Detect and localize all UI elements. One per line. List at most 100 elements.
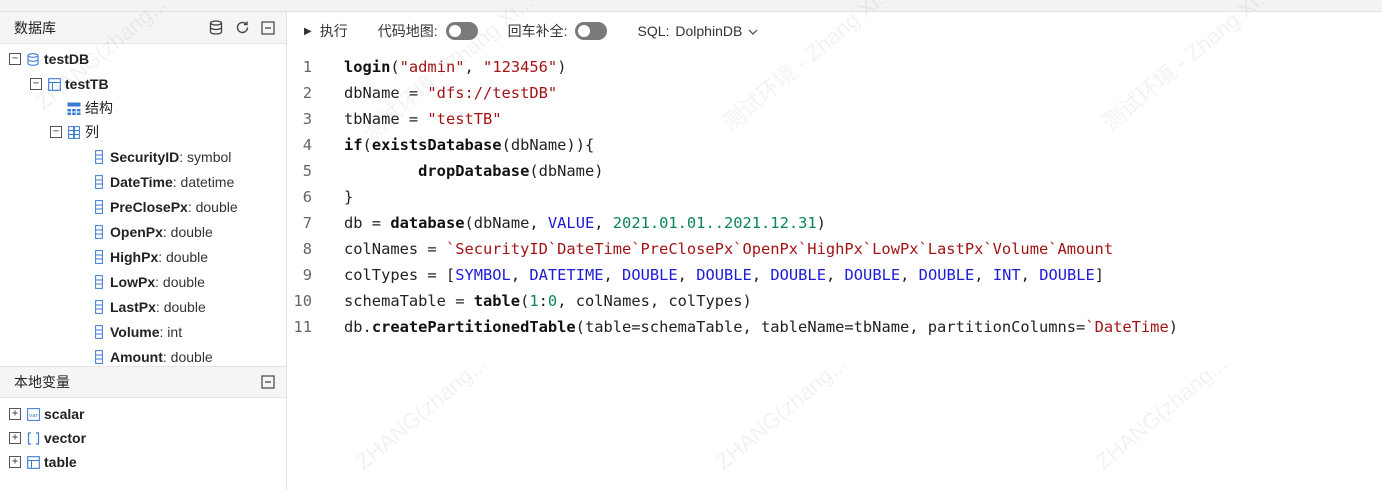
autocomplete-toggle[interactable]: 回车补全: xyxy=(508,21,608,41)
scalar-icon: var xyxy=(26,407,40,421)
column-item[interactable]: HighPx: double xyxy=(92,246,208,268)
code-line: 1 login("admin", "123456") xyxy=(288,54,567,80)
var-group-table[interactable]: + table xyxy=(9,451,77,473)
column-type: : double xyxy=(155,299,206,315)
schema-icon xyxy=(67,101,81,115)
autocomplete-label: 回车补全: xyxy=(507,23,568,39)
column-type: : int xyxy=(159,324,183,340)
column-item[interactable]: PreClosePx: double xyxy=(92,196,238,218)
column-name: DateTime xyxy=(110,174,173,190)
column-name: LastPx xyxy=(110,299,156,315)
column-name: Volume xyxy=(110,324,160,340)
column-icon xyxy=(92,250,106,264)
line-number: 8 xyxy=(302,240,312,258)
column-item[interactable]: OpenPx: double xyxy=(92,221,213,243)
tree-node-testtb[interactable]: − testTB xyxy=(30,73,109,95)
expand-toggle-icon[interactable]: + xyxy=(9,408,21,420)
code-line: 2 dbName = "dfs://testDB" xyxy=(288,80,557,106)
code-line: 11 db.createPartitionedTable(table=schema… xyxy=(288,314,1178,340)
collapse-toggle-icon[interactable]: − xyxy=(50,126,62,138)
left-panel: 数据库 − testDB − testTB 结构 − 列 SecurityID … xyxy=(0,12,287,490)
column-icon xyxy=(92,200,106,214)
line-number: 11 xyxy=(293,318,312,336)
column-item[interactable]: DateTime: datetime xyxy=(92,171,234,193)
tree-node-label: 结构 xyxy=(85,100,113,116)
column-item[interactable]: Amount: double xyxy=(92,346,213,366)
code-editor[interactable]: 1 login("admin", "123456") 2 dbName = "dfs… xyxy=(288,52,1382,490)
column-type: : symbol xyxy=(179,149,232,165)
line-number: 2 xyxy=(302,84,312,102)
sql-label: SQL: xyxy=(637,23,670,39)
code-line: 3 tbName = "testTB" xyxy=(288,106,502,132)
column-item[interactable]: Volume: int xyxy=(92,321,182,343)
table-icon xyxy=(47,77,61,91)
chevron-down-icon xyxy=(748,23,758,39)
collapse-icon[interactable] xyxy=(260,20,276,36)
vector-icon xyxy=(26,431,40,445)
run-button[interactable]: ▶ 执行 xyxy=(304,21,348,41)
var-group-scalar[interactable]: + var scalar xyxy=(9,403,84,425)
tree-node-columns[interactable]: − 列 xyxy=(50,121,99,143)
code-line: 10 schemaTable = table(1:0, colNames, col… xyxy=(288,288,751,314)
column-name: HighPx xyxy=(110,249,159,265)
database-panel-header: 数据库 xyxy=(0,12,286,44)
column-item[interactable]: LowPx: double xyxy=(92,271,205,293)
editor-toolbar: ▶ 执行 代码地图: 回车补全: SQL: DolphinDB xyxy=(288,12,1382,50)
tree-node-testdb[interactable]: − testDB xyxy=(9,48,89,70)
line-number: 10 xyxy=(293,292,312,310)
sql-dialect-select[interactable]: SQL: DolphinDB xyxy=(637,23,758,39)
autocomplete-switch[interactable] xyxy=(575,22,608,40)
var-group-label: table xyxy=(44,454,77,470)
line-number: 3 xyxy=(302,110,312,128)
var-group-vector[interactable]: + vector xyxy=(9,427,86,449)
column-item[interactable]: SecurityID: symbol xyxy=(92,146,231,168)
tree-node-schema[interactable]: 结构 xyxy=(67,97,113,119)
line-number: 9 xyxy=(302,266,312,284)
column-item[interactable]: LastPx: double xyxy=(92,296,206,318)
line-number: 4 xyxy=(302,136,312,154)
play-icon: ▶ xyxy=(304,25,312,37)
refresh-icon[interactable] xyxy=(234,20,250,36)
database-panel-title: 数据库 xyxy=(14,19,56,36)
column-name: LowPx xyxy=(110,274,156,290)
column-icon xyxy=(92,175,106,189)
tree-node-label: testTB xyxy=(65,76,109,92)
var-group-label: vector xyxy=(44,430,87,446)
line-number: 6 xyxy=(302,188,312,206)
column-icon xyxy=(92,300,106,314)
code-map-toggle[interactable]: 代码地图: xyxy=(378,21,478,41)
line-number: 5 xyxy=(302,162,312,180)
column-type: : datetime xyxy=(172,174,235,190)
local-vars-tree: + var scalar + vector + table xyxy=(0,398,286,488)
code-map-switch[interactable] xyxy=(445,22,478,40)
local-vars-header: 本地变量 xyxy=(0,366,286,398)
expand-toggle-icon[interactable]: + xyxy=(9,456,21,468)
code-map-label: 代码地图: xyxy=(377,23,438,39)
column-icon xyxy=(92,275,106,289)
var-group-label: scalar xyxy=(44,406,85,422)
column-type: : double xyxy=(162,224,213,240)
local-vars-title: 本地变量 xyxy=(14,374,70,390)
table-icon xyxy=(26,455,40,469)
line-number: 7 xyxy=(302,214,312,232)
column-type: : double xyxy=(187,199,238,215)
collapse-toggle-icon[interactable]: − xyxy=(30,78,42,90)
column-icon xyxy=(92,325,106,339)
collapse-icon[interactable] xyxy=(260,374,276,390)
code-line: 5 dropDatabase(dbName) xyxy=(288,158,604,184)
line-number: 1 xyxy=(302,58,312,76)
code-line: 6} xyxy=(288,184,354,210)
top-strip xyxy=(0,0,1382,12)
column-name: SecurityID xyxy=(110,149,180,165)
tree-node-label: 列 xyxy=(85,124,99,140)
column-name: PreClosePx xyxy=(110,199,188,215)
expand-toggle-icon[interactable]: + xyxy=(9,432,21,444)
collapse-toggle-icon[interactable]: − xyxy=(9,53,21,65)
code-line: 8 colNames = `SecurityID`DateTime`PreClos… xyxy=(288,236,1113,262)
database-icon[interactable] xyxy=(208,20,224,36)
database-tree: − testDB − testTB 结构 − 列 SecurityID: sy… xyxy=(0,44,286,366)
code-line: 7 db = database(dbName, VALUE, 2021.01.01… xyxy=(288,210,826,236)
columns-icon xyxy=(67,125,81,139)
tree-node-label: testDB xyxy=(44,51,90,67)
column-icon xyxy=(92,150,106,164)
